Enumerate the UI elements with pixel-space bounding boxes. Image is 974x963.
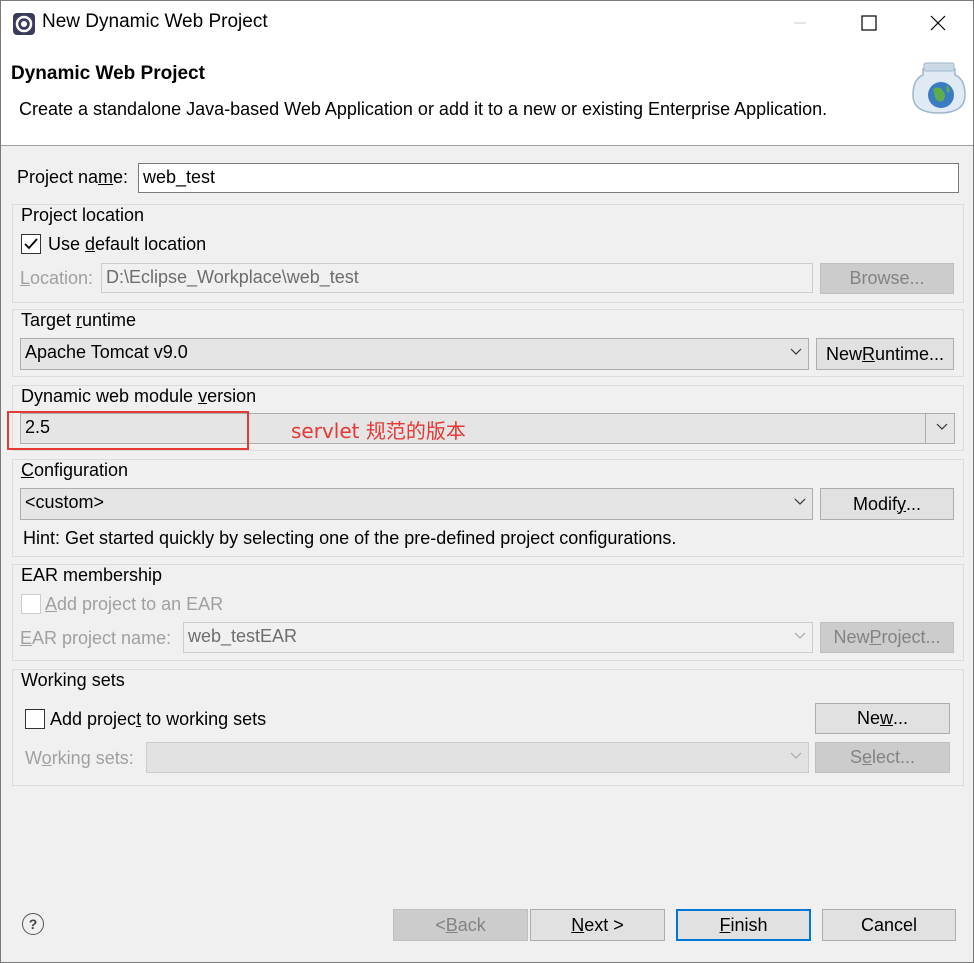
browse-button[interactable]: Browse... bbox=[820, 263, 954, 294]
working-sets-field-label: Working sets: bbox=[25, 748, 134, 768]
page-title: Dynamic Web Project bbox=[11, 63, 205, 84]
finish-button[interactable]: Finish bbox=[676, 909, 811, 941]
chevron-down-icon bbox=[790, 752, 802, 759]
ear-project-name-value: web_testEAR bbox=[188, 626, 298, 646]
chevron-down-icon bbox=[936, 423, 948, 430]
project-name-input[interactable]: web_test bbox=[138, 163, 959, 193]
configuration-label: Configuration bbox=[21, 460, 129, 480]
working-sets-select[interactable] bbox=[146, 742, 809, 773]
add-to-ear-label: Add project to an EAR bbox=[45, 594, 224, 614]
maximize-icon bbox=[861, 15, 877, 31]
chevron-down-icon bbox=[794, 498, 806, 505]
location-input[interactable]: D:\Eclipse_Workplace\web_test bbox=[101, 263, 813, 293]
checkmark-icon bbox=[24, 238, 38, 250]
modify-button[interactable]: Modif y... bbox=[820, 488, 954, 520]
combo-divider bbox=[925, 414, 926, 443]
configuration-select[interactable]: <custom> bbox=[20, 488, 813, 520]
next-button[interactable]: Next > bbox=[530, 909, 665, 941]
target-runtime-label: Target runtime bbox=[21, 310, 137, 330]
target-runtime-value: Apache Tomcat v9.0 bbox=[25, 342, 188, 362]
minimize-button[interactable] bbox=[765, 1, 835, 45]
new-working-set-button[interactable]: Ne w... bbox=[815, 703, 950, 734]
module-version-label: Dynamic web module version bbox=[21, 386, 257, 406]
maximize-button[interactable] bbox=[834, 1, 904, 45]
use-default-location-label: Use default location bbox=[48, 234, 207, 254]
annotation-text: servlet 规范的版本 bbox=[291, 419, 466, 443]
configuration-hint: Hint: Get started quickly by selecting o… bbox=[23, 528, 677, 548]
configuration-value: <custom> bbox=[25, 492, 105, 512]
new-project-button[interactable]: New Project... bbox=[820, 622, 954, 653]
add-to-working-sets-label: Add project to working sets bbox=[50, 709, 267, 729]
dialog-window: New Dynamic Web Project Dynamic Web Proj… bbox=[0, 0, 974, 963]
ear-project-name-label: EAR project name: bbox=[20, 628, 172, 648]
chevron-down-icon bbox=[794, 632, 806, 639]
use-default-location-checkbox[interactable] bbox=[21, 234, 41, 254]
chevron-down-icon bbox=[790, 348, 802, 355]
close-button[interactable] bbox=[903, 1, 973, 45]
wizard-banner: Dynamic Web Project Create a standalone … bbox=[1, 45, 973, 146]
project-name-label: Project name: bbox=[17, 167, 129, 187]
eclipse-app-icon bbox=[13, 13, 35, 35]
web-project-globe-icon bbox=[912, 62, 966, 114]
ear-membership-label: EAR membership bbox=[21, 565, 163, 585]
working-sets-label: Working sets bbox=[21, 670, 125, 690]
minimize-icon bbox=[794, 22, 806, 24]
annotation-highlight-box bbox=[7, 411, 249, 450]
window-title: New Dynamic Web Project bbox=[42, 11, 268, 32]
help-icon[interactable]: ? bbox=[22, 913, 44, 935]
project-location-label: Project location bbox=[21, 205, 145, 225]
new-runtime-button[interactable]: New Runtime... bbox=[816, 338, 954, 370]
target-runtime-select[interactable]: Apache Tomcat v9.0 bbox=[20, 338, 809, 370]
select-working-sets-button[interactable]: Se lect... bbox=[815, 742, 950, 773]
page-description: Create a standalone Java-based Web Appli… bbox=[19, 99, 828, 119]
cancel-button[interactable]: Cancel bbox=[822, 909, 956, 941]
add-to-working-sets-checkbox[interactable] bbox=[25, 709, 45, 729]
close-icon bbox=[930, 15, 946, 31]
back-button[interactable]: < Back bbox=[393, 909, 528, 941]
title-bar: New Dynamic Web Project bbox=[1, 1, 973, 45]
location-label: Location: bbox=[20, 268, 94, 288]
add-to-ear-checkbox[interactable] bbox=[21, 594, 41, 614]
ear-project-name-select[interactable]: web_testEAR bbox=[183, 622, 813, 653]
